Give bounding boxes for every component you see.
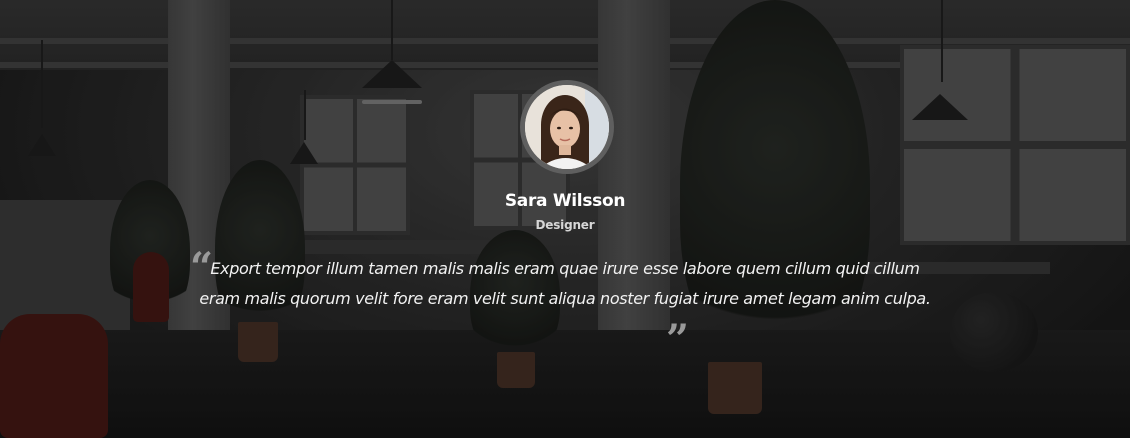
avatar [520, 80, 614, 174]
testimonial-quote: “ Export tempor illum tamen malis malis … [190, 248, 940, 360]
quote-text: Export tempor illum tamen malis malis er… [199, 259, 931, 308]
testimonial-section: Sara Wilsson Designer “ Export tempor il… [0, 0, 1130, 438]
testimonial-name: Sara Wilsson [504, 191, 626, 211]
testimonial-item: Sara Wilsson Designer “ Export tempor il… [0, 0, 1130, 438]
quote-right-icon: ” [666, 316, 690, 363]
profile-photo [525, 85, 609, 169]
quote-left-icon: “ [190, 244, 214, 291]
testimonial-role: Designer [535, 218, 595, 232]
